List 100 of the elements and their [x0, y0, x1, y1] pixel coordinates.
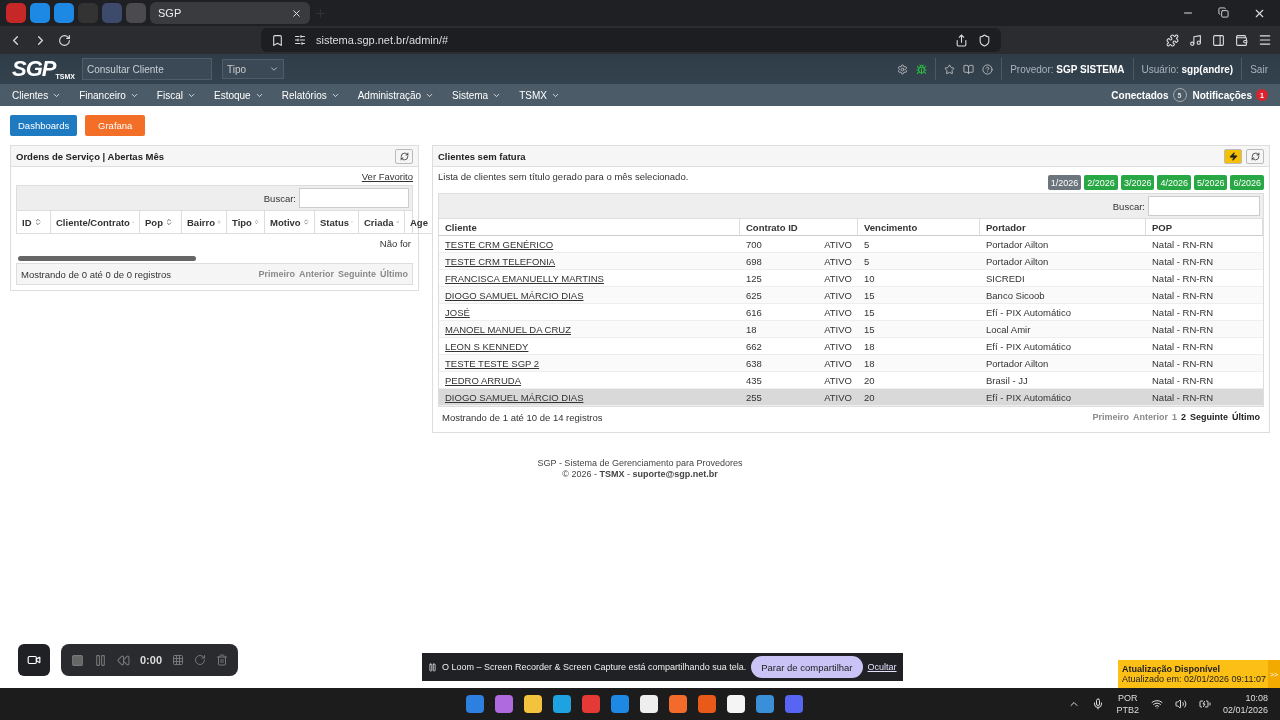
column-header[interactable]: Motivo	[265, 211, 315, 234]
table-cell: 255	[746, 391, 762, 403]
restore-icon[interactable]	[1218, 6, 1229, 18]
nav-button[interactable]: Dashboards	[10, 115, 78, 136]
client-link[interactable]: PEDRO ARRUDA	[445, 374, 521, 386]
hide-link[interactable]: Ocultar	[867, 662, 897, 672]
menu-item[interactable]: Fiscal	[156, 89, 196, 101]
pager-link[interactable]: Último	[1232, 412, 1260, 422]
star-icon[interactable]	[944, 63, 956, 75]
help-icon[interactable]	[982, 63, 994, 75]
sidebar-icon[interactable]	[1212, 33, 1225, 47]
taskbar-app-icon[interactable]	[611, 695, 629, 713]
stop-sharing-button[interactable]: Parar de compartilhar	[751, 656, 863, 678]
column-header[interactable]: Pop	[140, 211, 182, 234]
taskbar-app-icon[interactable]	[524, 695, 542, 713]
refresh-button[interactable]	[395, 148, 413, 164]
microphone-icon[interactable]	[1092, 698, 1105, 710]
trash-icon[interactable]	[216, 654, 229, 666]
refresh-button[interactable]	[1246, 148, 1264, 164]
shield-icon[interactable]	[978, 33, 991, 47]
status-text: ATIVO	[824, 238, 852, 250]
book-icon[interactable]	[963, 63, 975, 75]
taskbar-app-icon[interactable]	[785, 695, 803, 713]
table-cell: Natal - RN-RN	[1152, 323, 1214, 335]
taskbar-app-icon[interactable]	[640, 695, 658, 713]
address-bar[interactable]: sistema.sgp.net.br/admin/#	[261, 28, 1001, 52]
status-text: ATIVO	[824, 289, 852, 301]
pinned-tab[interactable]	[54, 3, 74, 23]
table-cell: 5	[864, 238, 870, 250]
menu-item[interactable]: Sistema	[452, 89, 502, 101]
menu-item[interactable]: Administração	[357, 89, 435, 101]
table-cell: Natal - RN-RN	[1152, 306, 1214, 318]
menu-item[interactable]: TSMX	[519, 89, 560, 101]
client-link[interactable]: FRANCISCA EMANUELLY MARTINS	[445, 272, 604, 284]
volume-icon[interactable]	[1174, 698, 1187, 710]
close-icon[interactable]	[291, 7, 302, 19]
column-header[interactable]: Bairro	[182, 211, 227, 234]
panel-title: Clientes sem fatura	[438, 150, 527, 162]
favorite-link[interactable]: Ver Favorito	[361, 171, 413, 182]
taskbar-app-icon[interactable]	[495, 695, 513, 713]
share-icon[interactable]	[955, 33, 968, 47]
taskbar-app-icon[interactable]	[756, 695, 774, 713]
reload-icon[interactable]	[58, 33, 71, 47]
pause-icon[interactable]	[94, 653, 107, 667]
column-header[interactable]: ID	[17, 211, 51, 234]
column-header[interactable]: Tipo	[227, 211, 265, 234]
taskbar-app-icon[interactable]	[466, 695, 484, 713]
browser-tab[interactable]: SGP	[150, 2, 310, 24]
menu-item[interactable]: Estoque	[213, 89, 264, 101]
client-link[interactable]: MANOEL MANUEL DA CRUZ	[445, 323, 571, 335]
client-link[interactable]: TESTE CRM GENÉRICO	[445, 238, 554, 250]
client-link[interactable]: DIOGO SAMUEL MÁRCIO DIAS	[445, 289, 584, 301]
music-icon[interactable]	[1189, 33, 1202, 47]
client-link[interactable]: LEON S KENNEDY	[445, 340, 529, 352]
camera-button[interactable]	[18, 644, 50, 676]
pager-link[interactable]: Seguinte	[1190, 412, 1228, 422]
pinned-tab[interactable]	[30, 3, 50, 23]
lightning-button[interactable]	[1224, 148, 1242, 164]
wallet-icon[interactable]	[1235, 33, 1248, 47]
refresh-icon	[1250, 151, 1260, 161]
logout-link[interactable]: Sair	[1250, 63, 1268, 75]
taskbar-app-icon[interactable]	[698, 695, 716, 713]
timer: 0:00	[140, 654, 163, 666]
menu-icon[interactable]	[1258, 33, 1272, 47]
grid-icon[interactable]	[172, 654, 185, 666]
client-link[interactable]: TESTE TESTE SGP 2	[445, 357, 540, 369]
taskbar-app-icon[interactable]	[553, 695, 571, 713]
table-cell: 20	[864, 391, 875, 403]
client-link[interactable]: DIOGO SAMUEL MÁRCIO DIAS	[445, 391, 584, 403]
table-cell: 18	[864, 340, 875, 352]
table-cell: Portador Ailton	[986, 357, 1049, 369]
site-settings-icon[interactable]	[294, 34, 306, 46]
stop-icon[interactable]	[71, 653, 84, 667]
clock[interactable]: 10:08 02/01/2026	[1222, 692, 1268, 716]
search-field[interactable]: Consultar Cliente	[82, 58, 212, 80]
client-link[interactable]: TESTE CRM TELEFONIA	[445, 255, 556, 267]
status-text: ATIVO	[824, 374, 852, 386]
menu-item[interactable]: Clientes	[12, 89, 62, 101]
menu-item[interactable]: Relatórios	[281, 89, 340, 101]
taskbar-app-icon[interactable]	[582, 695, 600, 713]
language-indicator[interactable]: POR PTB2	[1116, 692, 1139, 716]
extensions-icon[interactable]	[1166, 33, 1179, 47]
bug-icon[interactable]	[916, 63, 928, 75]
column-header[interactable]: Criada	[359, 211, 405, 234]
taskbar-app-icon[interactable]	[727, 695, 745, 713]
restart-icon[interactable]	[194, 654, 207, 666]
pinned-tab[interactable]	[6, 3, 26, 23]
bookmark-icon[interactable]	[271, 33, 284, 47]
type-select[interactable]: Tipo	[222, 59, 284, 79]
pager-link[interactable]: 2	[1180, 412, 1186, 422]
battery-icon[interactable]	[1198, 698, 1211, 710]
month-button[interactable]: 1/2026	[1047, 175, 1082, 190]
client-link[interactable]: JOSÉ	[445, 306, 470, 318]
menu-item[interactable]: Financeiro	[79, 89, 139, 101]
rewind-icon[interactable]	[117, 653, 130, 667]
wifi-icon[interactable]	[1150, 698, 1163, 710]
column-header[interactable]: Status	[315, 211, 359, 234]
column-header[interactable]: Cliente/Contrato	[51, 211, 140, 234]
taskbar-app-icon[interactable]	[669, 695, 687, 713]
settings-icon[interactable]	[897, 63, 909, 75]
